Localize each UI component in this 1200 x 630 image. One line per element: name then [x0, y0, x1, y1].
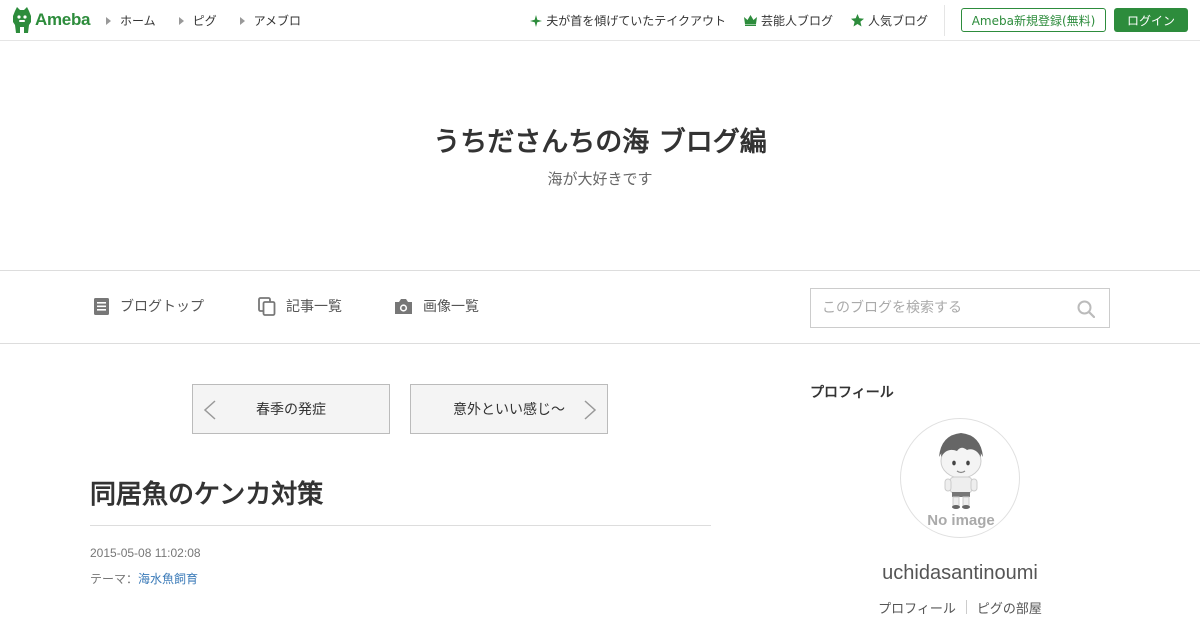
entry-divider [90, 525, 711, 526]
next-entry-button[interactable]: 意外といい感じ～ [410, 384, 608, 434]
blog-nav-images-label: 画像一覧 [423, 299, 479, 315]
header-divider [944, 5, 945, 36]
sparkle-icon [530, 14, 543, 27]
chevron-right-icon [584, 400, 597, 420]
star-icon [850, 14, 864, 27]
profile-links: プロフィール ピグの部屋 [810, 598, 1110, 617]
nav-pigg-label: ピグ [192, 14, 217, 28]
entry-title[interactable]: 同居魚のケンカ対策 [90, 474, 323, 511]
blog-nav-entries-label: 記事一覧 [286, 299, 342, 315]
triangle-right-icon [106, 16, 111, 25]
blog-nav: ブログトップ 記事一覧 画像一覧 [0, 270, 1200, 344]
document-icon [94, 297, 109, 315]
blog-search [810, 288, 1110, 328]
chevron-left-icon [203, 400, 216, 420]
header-link-celebrity[interactable]: 芸能人ブログ [743, 12, 833, 29]
login-button[interactable]: ログイン [1114, 8, 1188, 32]
nav-ameblo-label: アメブロ [253, 14, 302, 28]
blog-nav-top[interactable]: ブログトップ [93, 296, 204, 316]
profile-username[interactable]: uchidasantinoumi [810, 562, 1110, 585]
ameba-mascot-icon [13, 7, 31, 33]
header-link-celebrity-label: 芸能人ブログ [760, 14, 833, 28]
ameba-logo[interactable]: Ameba [12, 7, 90, 33]
blog-nav-entries[interactable]: 記事一覧 [258, 296, 342, 316]
crown-icon [743, 15, 757, 26]
avatar[interactable]: No image [900, 418, 1020, 538]
profile-heading: プロフィール [810, 385, 894, 401]
profile-link[interactable]: プロフィール [868, 598, 966, 617]
entry-date: 2015-05-08 11:02:08 [90, 546, 201, 560]
blog-title[interactable]: うちださんちの海 ブログ編 [0, 120, 1200, 159]
next-entry-label: 意外といい感じ～ [453, 402, 565, 418]
blog-nav-top-label: ブログトップ [120, 299, 204, 315]
blog-search-input[interactable] [811, 289, 1071, 327]
header-link-topic-label: 夫が首を傾げていたテイクアウト [546, 14, 726, 28]
global-nav: ホーム ピグ アメブロ [106, 12, 324, 29]
entry-theme: テーマ：海水魚飼育 [90, 570, 198, 587]
global-header: Ameba ホーム ピグ アメブロ 夫が首を傾げていたテイクアウト 芸能人ブログ… [0, 0, 1200, 41]
triangle-right-icon [239, 16, 245, 25]
pigg-room-link[interactable]: ピグの部屋 [967, 598, 1052, 617]
nav-pigg[interactable]: ピグ [178, 12, 217, 29]
no-image-avatar-icon: No image [927, 433, 995, 529]
header-link-popular[interactable]: 人気ブログ [850, 12, 928, 29]
blog-nav-images[interactable]: 画像一覧 [394, 296, 479, 316]
header-links: 夫が首を傾げていたテイクアウト 芸能人ブログ 人気ブログ [512, 12, 928, 29]
register-button[interactable]: Ameba新規登録(無料) [961, 8, 1106, 32]
prev-entry-label: 春季の発症 [256, 402, 326, 418]
prev-entry-button[interactable]: 春季の発症 [192, 384, 390, 434]
nav-home[interactable]: ホーム [106, 12, 156, 29]
header-link-popular-label: 人気ブログ [867, 14, 928, 28]
copy-icon [258, 296, 276, 316]
nav-home-label: ホーム [120, 14, 156, 28]
logo-text: Ameba [35, 10, 91, 29]
entry-theme-prefix: テーマ： [90, 572, 139, 586]
camera-icon [395, 298, 412, 314]
header-link-topic[interactable]: 夫が首を傾げていたテイクアウト [530, 12, 726, 29]
search-icon[interactable] [1077, 300, 1095, 318]
triangle-right-icon [178, 16, 184, 25]
avatar-placeholder-text: No image [927, 512, 995, 529]
blog-description: 海が大好きです [547, 170, 653, 188]
nav-ameblo[interactable]: アメブロ [239, 12, 302, 29]
entry-theme-link[interactable]: 海水魚飼育 [138, 572, 198, 586]
